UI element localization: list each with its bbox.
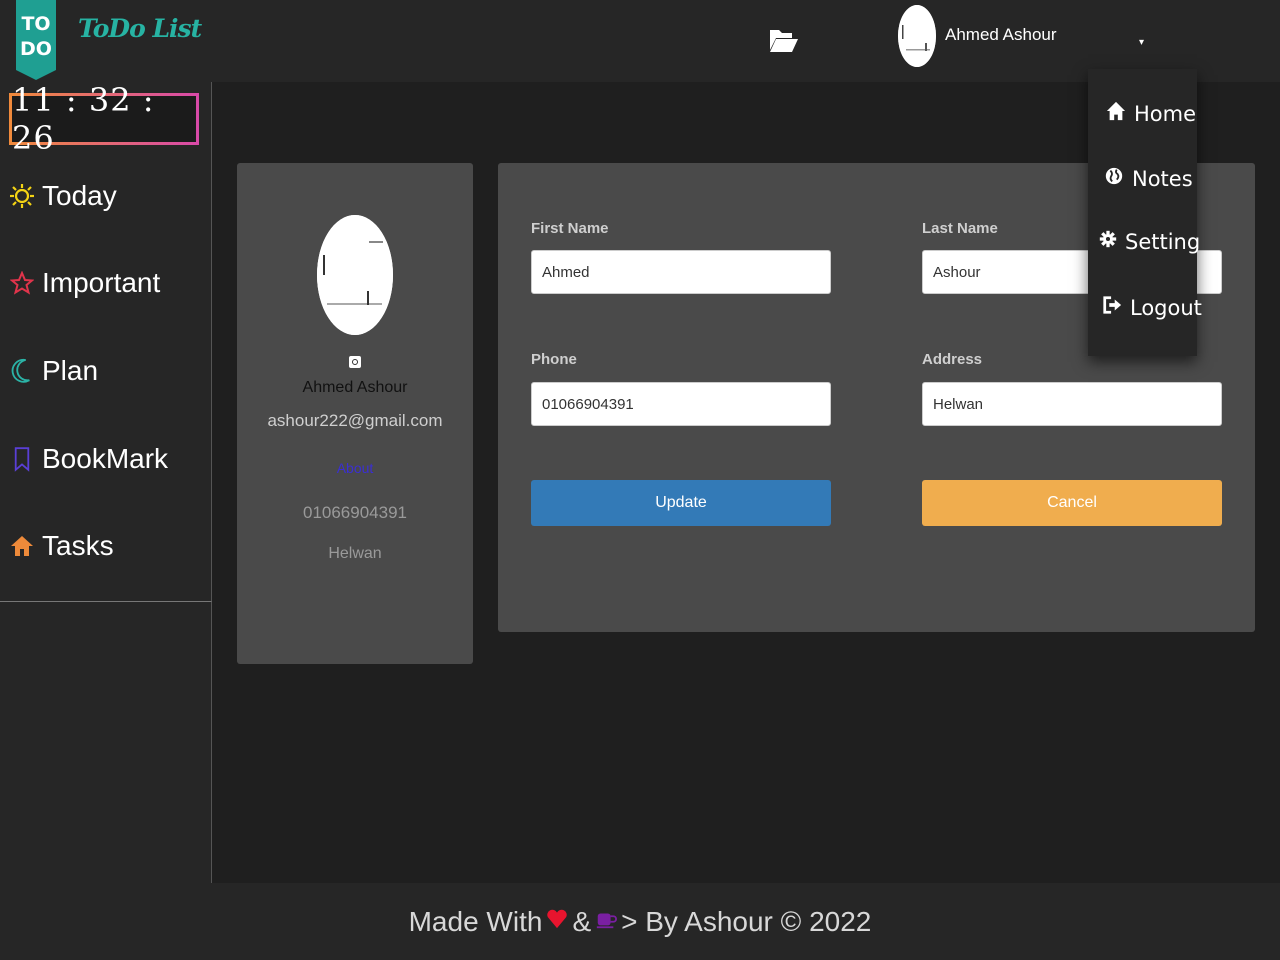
logout-icon [1102,294,1122,321]
footer-made-with: Made With [408,905,543,937]
gear-icon [1099,229,1117,254]
footer-credit: > By Ashour © 2022 [621,905,872,937]
heart-icon [546,906,568,938]
digital-clock: 11 : 32 : 26 [9,81,199,157]
user-dropdown-menu: Home Notes Setting Logout [1088,69,1202,356]
footer-amp: & [572,905,592,937]
address-field[interactable] [922,382,1222,426]
camera-icon[interactable] [349,356,361,368]
menu-item-label: Setting [1125,229,1201,254]
sidebar-item-tasks[interactable]: Tasks [10,530,114,562]
logo-badge-line1: TO [21,13,50,35]
globe-icon [1104,165,1124,192]
header-user-name[interactable]: Ahmed Ashour [945,25,1057,45]
sidebar-empty-area [0,602,212,883]
sidebar-item-today[interactable]: Today [10,180,117,212]
star-icon [10,269,34,297]
folder-open-icon[interactable] [768,24,798,56]
logo-badge-line2: DO [20,38,52,60]
bookmark-icon [10,445,34,473]
sidebar-item-label: Today [42,180,117,211]
caret-down-icon[interactable]: ▾ [1139,37,1144,48]
profile-avatar[interactable] [317,215,393,335]
profile-city: Helwan [328,545,382,562]
home-icon [1106,100,1126,127]
profile-name: Ahmed Ashour [302,379,408,396]
logo-text[interactable]: ToDo List [78,14,202,43]
phone-label: Phone [531,351,577,368]
sidebar-item-label: Plan [42,355,99,386]
sidebar-item-label: Important [42,267,161,298]
menu-item-notes[interactable]: Notes [1104,165,1193,192]
menu-item-label: Notes [1132,166,1193,191]
menu-item-label: Logout [1130,295,1202,320]
home-icon [10,532,34,560]
sidebar-item-important[interactable]: Important [10,267,160,299]
profile-card: Ahmed Ashour ashour222@gmail.com About 0… [237,163,473,664]
cancel-button[interactable]: Cancel [922,480,1222,526]
menu-item-setting[interactable]: Setting [1099,229,1200,254]
menu-item-logout[interactable]: Logout [1102,294,1202,321]
menu-item-home[interactable]: Home [1106,100,1196,127]
last-name-label: Last Name [922,220,998,237]
sidebar-item-plan[interactable]: Plan [10,355,98,387]
profile-phone: 01066904391 [302,503,407,522]
phone-field[interactable] [531,382,831,426]
sidebar: 11 : 32 : 26 Today Important Plan BookMa… [0,81,212,602]
sidebar-item-bookmark[interactable]: BookMark [10,443,168,475]
address-label: Address [922,351,983,368]
profile-email: ashour222@gmail.com [267,411,443,430]
menu-item-label: Home [1134,101,1197,126]
moon-icon [10,357,34,385]
update-button[interactable]: Update [531,480,831,526]
user-avatar[interactable] [898,5,936,67]
footer: Made With & > By Ashour © 2022 [0,883,1280,960]
first-name-label: First Name [531,220,609,237]
logo-badge[interactable]: TO DO [16,0,56,80]
coffee-icon [595,906,618,938]
sidebar-item-label: BookMark [42,443,169,474]
sidebar-item-label: Tasks [42,530,114,561]
sun-icon [10,182,34,210]
first-name-field[interactable] [531,250,831,294]
profile-about-link[interactable]: About [237,460,473,476]
